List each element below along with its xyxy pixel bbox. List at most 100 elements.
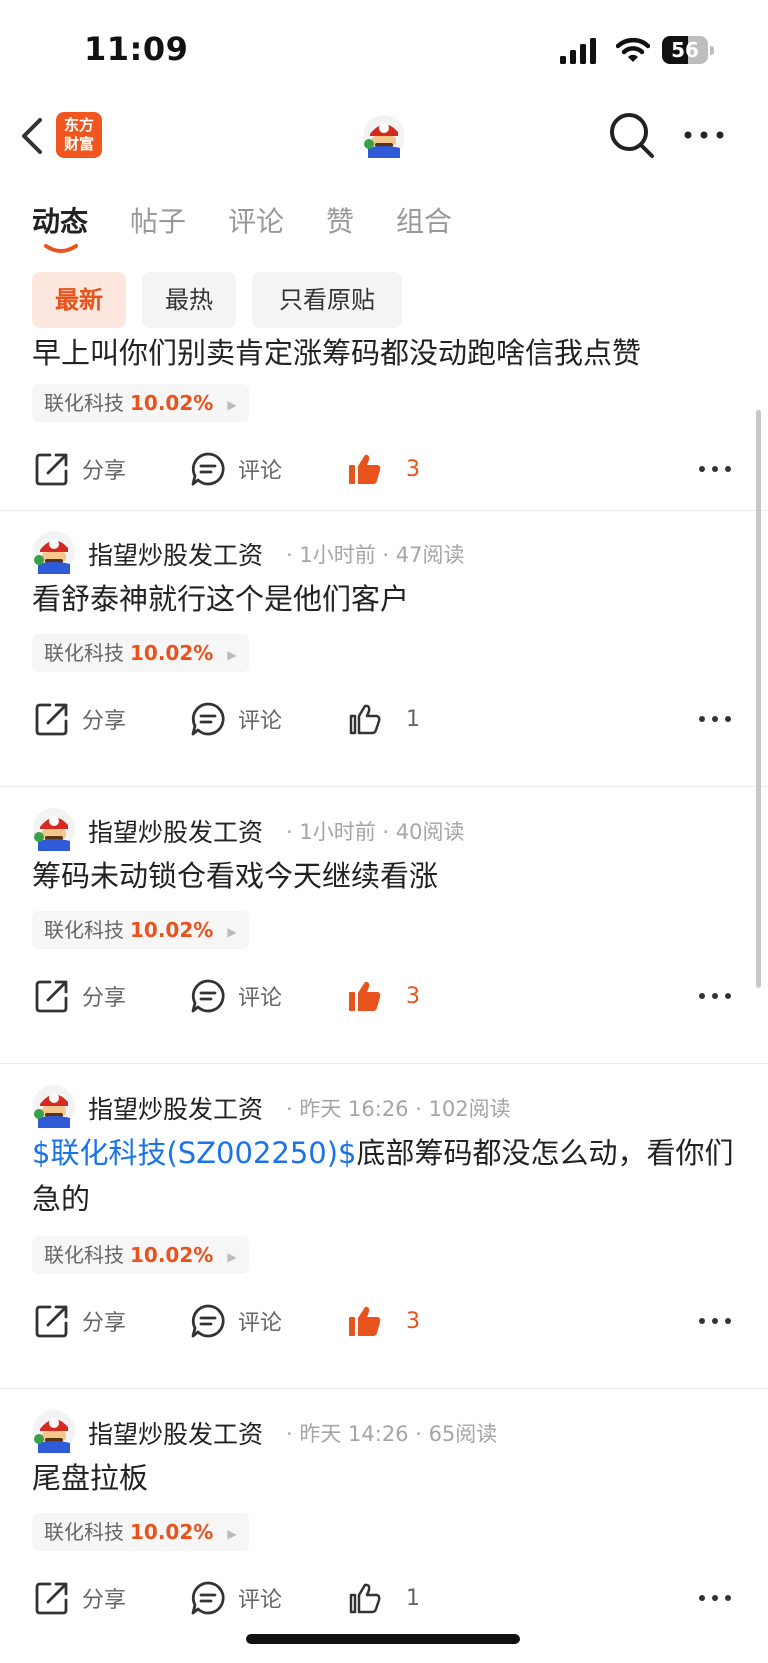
comment-icon	[191, 702, 225, 736]
stock-tag[interactable]: 联化科技 10.02% ▶	[32, 911, 249, 949]
scrollbar[interactable]	[756, 410, 761, 988]
caret-right-icon: ▶	[227, 397, 237, 412]
battery-level: 56	[671, 38, 699, 62]
stock-tag[interactable]: 联化科技 10.02% ▶	[32, 634, 249, 672]
share-label: 分享	[82, 1588, 127, 1613]
stock-tag[interactable]: 联化科技 10.02% ▶	[32, 1513, 249, 1551]
stock-tag[interactable]: 联化科技 10.02% ▶	[32, 1236, 249, 1274]
username[interactable]: 指望炒股发工资	[88, 813, 263, 849]
more-options-icon[interactable]	[698, 706, 732, 732]
user-avatar[interactable]	[32, 1084, 76, 1128]
home-indicator[interactable]	[246, 1634, 520, 1644]
like-button[interactable]: 3	[348, 971, 420, 1021]
post-header: 指望炒股发工资 · 1小时前 · 47阅读	[32, 530, 732, 576]
post-meta: · 1小时前 · 47阅读	[286, 543, 465, 567]
user-avatar[interactable]	[32, 807, 76, 851]
tab-comments[interactable]: 评论	[228, 200, 284, 240]
comment-label: 评论	[238, 709, 283, 734]
filter-original-only[interactable]: 只看原贴	[252, 272, 402, 328]
more-icon[interactable]	[682, 122, 726, 148]
comment-label: 评论	[238, 1311, 283, 1336]
comment-button[interactable]: 评论	[190, 1296, 282, 1346]
username[interactable]: 指望炒股发工资	[88, 1090, 263, 1126]
caret-right-icon: ▶	[227, 1526, 237, 1541]
post-text: 尾盘拉板	[32, 1461, 149, 1495]
post-actions: 分享 评论 3	[0, 1296, 768, 1346]
like-count: 1	[406, 1585, 420, 1611]
user-avatar[interactable]	[32, 1409, 76, 1453]
user-avatar[interactable]	[32, 530, 76, 574]
like-button[interactable]: 1	[348, 1573, 420, 1623]
like-count: 3	[406, 456, 420, 482]
tab-active-indicator	[44, 244, 78, 253]
wifi-icon	[616, 37, 650, 62]
comment-icon	[191, 979, 225, 1013]
share-button[interactable]: 分享	[34, 694, 126, 744]
like-button[interactable]: 3	[348, 1296, 420, 1346]
post-card[interactable]: 指望炒股发工资 · 昨天 16:26 · 102阅读 $联化科技(SZ002250…	[0, 1064, 768, 1389]
tab-dynamic[interactable]: 动态	[32, 200, 88, 240]
like-count: 3	[406, 1308, 420, 1334]
share-label: 分享	[82, 1311, 127, 1336]
share-icon	[35, 453, 68, 486]
share-button[interactable]: 分享	[34, 971, 126, 1021]
post-card[interactable]: 早上叫你们别卖肯定涨筹码都没动跑啥信我点赞 联化科技 10.02% ▶ 分享 评论 3	[0, 328, 768, 511]
comment-label: 评论	[238, 1588, 283, 1613]
share-button[interactable]: 分享	[34, 1296, 126, 1346]
username[interactable]: 指望炒股发工资	[88, 536, 263, 572]
filter-newest[interactable]: 最新	[32, 272, 126, 328]
share-label: 分享	[82, 986, 127, 1011]
signal-icon	[560, 38, 596, 64]
caret-right-icon: ▶	[227, 1249, 237, 1264]
post-card[interactable]: 指望炒股发工资 · 1小时前 · 40阅读 筹码未动锁仓看戏今天继续看涨 联化科技…	[0, 787, 768, 1064]
more-options-icon[interactable]	[698, 1308, 732, 1334]
comment-label: 评论	[238, 459, 283, 484]
status-time: 11:09	[84, 30, 189, 68]
stock-tag[interactable]: 联化科技 10.02% ▶	[32, 384, 249, 422]
thumbs-up-icon	[348, 1305, 394, 1337]
post-actions: 分享 评论 1	[0, 694, 768, 744]
like-button[interactable]: 1	[348, 694, 420, 744]
comment-button[interactable]: 评论	[190, 694, 282, 744]
more-options-icon[interactable]	[698, 456, 732, 482]
post-card[interactable]: 指望炒股发工资 · 1小时前 · 47阅读 看舒泰神就行这个是他们客户 联化科技 1…	[0, 510, 768, 787]
post-meta: · 昨天 16:26 · 102阅读	[286, 1097, 511, 1121]
post-text: 筹码未动锁仓看戏今天继续看涨	[32, 859, 439, 893]
post-card[interactable]: 指望炒股发工资 · 昨天 14:26 · 65阅读 尾盘拉板 联化科技 10.02%…	[0, 1389, 768, 1663]
share-label: 分享	[82, 459, 127, 484]
like-count: 1	[406, 706, 420, 732]
thumbs-up-icon	[348, 1582, 394, 1614]
caret-right-icon: ▶	[227, 924, 237, 939]
share-button[interactable]: 分享	[34, 444, 126, 494]
thumbs-up-icon	[348, 703, 394, 735]
profile-tabs: 动态 帖子 评论 赞 组合	[0, 190, 768, 260]
tab-portfolio[interactable]: 组合	[396, 200, 452, 240]
share-label: 分享	[82, 709, 127, 734]
comment-label: 评论	[238, 986, 283, 1011]
filter-hottest[interactable]: 最热	[142, 272, 236, 328]
comment-button[interactable]: 评论	[190, 444, 282, 494]
post-meta: · 1小时前 · 40阅读	[286, 820, 465, 844]
search-icon[interactable]	[608, 110, 656, 160]
share-icon	[35, 1305, 68, 1338]
comment-button[interactable]: 评论	[190, 1573, 282, 1623]
app-logo[interactable]: 东方 财富	[56, 112, 102, 158]
back-icon[interactable]	[18, 114, 46, 158]
like-button[interactable]: 3	[348, 444, 420, 494]
more-options-icon[interactable]	[698, 1585, 732, 1611]
share-icon	[35, 980, 68, 1013]
comment-icon	[191, 452, 225, 486]
more-options-icon[interactable]	[698, 983, 732, 1009]
share-button[interactable]: 分享	[34, 1573, 126, 1623]
share-icon	[35, 1582, 68, 1615]
post-actions: 分享 评论 3	[0, 444, 768, 494]
nav-bar: 东方 财富	[0, 100, 768, 172]
tab-posts[interactable]: 帖子	[130, 200, 186, 240]
stock-mention-link[interactable]: $联化科技(SZ002250)$	[32, 1136, 357, 1170]
comment-icon	[191, 1581, 225, 1615]
comment-icon	[191, 1304, 225, 1338]
username[interactable]: 指望炒股发工资	[88, 1415, 263, 1451]
tab-likes[interactable]: 赞	[326, 200, 354, 240]
avatar-icon[interactable]	[362, 114, 406, 158]
comment-button[interactable]: 评论	[190, 971, 282, 1021]
